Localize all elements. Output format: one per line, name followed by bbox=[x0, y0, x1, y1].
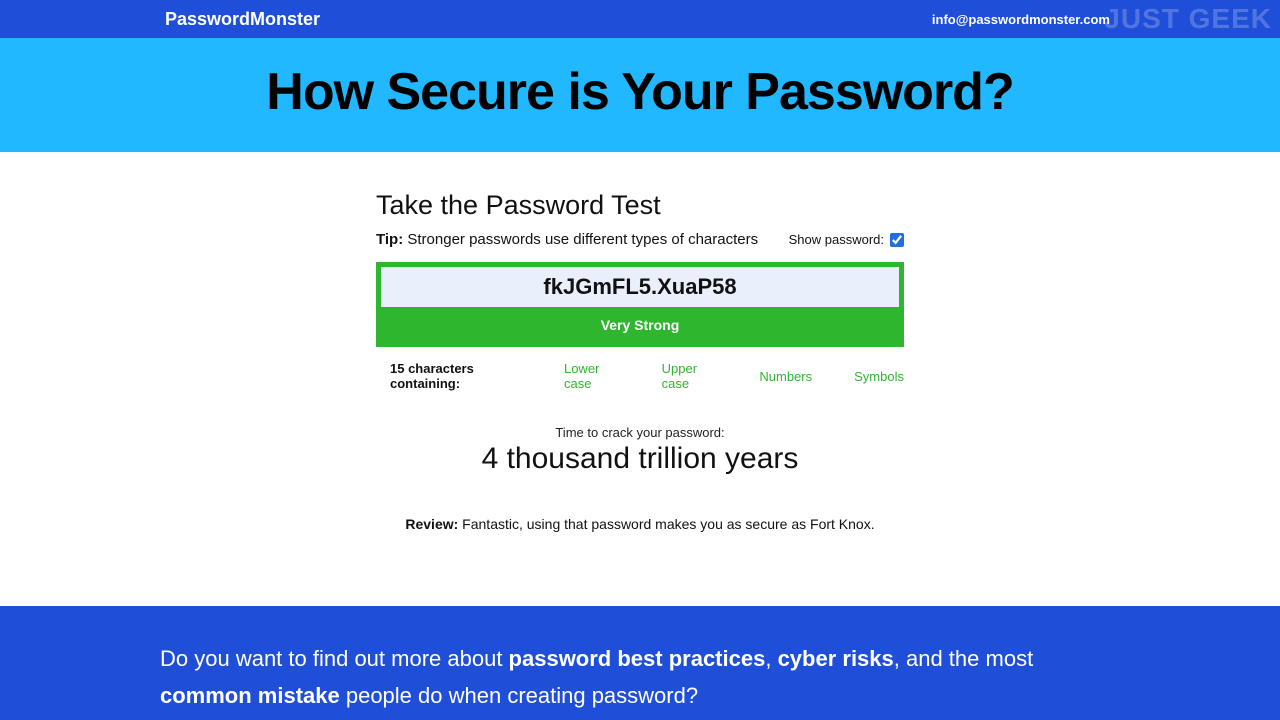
character-count: 15 characters containing: bbox=[390, 361, 522, 391]
password-box: Very Strong bbox=[376, 262, 904, 347]
crack-time-value: 4 thousand trillion years bbox=[376, 442, 904, 476]
composition-row: 15 characters containing: Lower case Upp… bbox=[376, 361, 904, 391]
footer-text-2: , bbox=[765, 646, 777, 671]
show-password-label: Show password: bbox=[789, 232, 884, 247]
crack-time-section: Time to crack your password: 4 thousand … bbox=[376, 425, 904, 476]
category-uppercase: Upper case bbox=[662, 361, 718, 391]
category-symbols: Symbols bbox=[854, 369, 904, 384]
review-row: Review: Fantastic, using that password m… bbox=[376, 516, 904, 532]
footer-bold-2: cyber risks bbox=[778, 646, 894, 671]
show-password-toggle[interactable]: Show password: bbox=[789, 232, 904, 247]
category-lowercase: Lower case bbox=[564, 361, 620, 391]
tip-body: Stronger passwords use different types o… bbox=[403, 231, 758, 248]
category-numbers: Numbers bbox=[759, 369, 812, 384]
review-label: Review: bbox=[405, 516, 458, 532]
top-bar: PasswordMonster info@passwordmonster.com… bbox=[0, 0, 1280, 38]
password-input[interactable] bbox=[381, 267, 899, 307]
crack-time-label: Time to crack your password: bbox=[376, 425, 904, 440]
hero-banner: How Secure is Your Password? bbox=[0, 38, 1280, 152]
password-test-panel: Take the Password Test Tip: Stronger pas… bbox=[376, 190, 904, 624]
footer-text-4: people do when creating password? bbox=[340, 683, 698, 708]
brand-logo[interactable]: PasswordMonster bbox=[165, 9, 320, 30]
contact-email-link[interactable]: info@passwordmonster.com bbox=[932, 12, 1110, 27]
review-text: Fantastic, using that password makes you… bbox=[458, 516, 874, 532]
footer-text-1: Do you want to find out more about bbox=[160, 646, 509, 671]
tip-label: Tip: bbox=[376, 231, 403, 248]
show-password-checkbox[interactable] bbox=[890, 233, 904, 247]
page-title: How Secure is Your Password? bbox=[0, 62, 1280, 122]
strength-indicator: Very Strong bbox=[381, 307, 899, 342]
tip-row: Tip: Stronger passwords use different ty… bbox=[376, 231, 904, 248]
section-title: Take the Password Test bbox=[376, 190, 904, 221]
footer-cta: Do you want to find out more about passw… bbox=[0, 606, 1280, 720]
footer-bold-3: common mistake bbox=[160, 683, 340, 708]
footer-bold-1: password best practices bbox=[509, 646, 766, 671]
footer-text-3: , and the most bbox=[894, 646, 1033, 671]
tip-text: Tip: Stronger passwords use different ty… bbox=[376, 231, 758, 248]
watermark-text: JUST GEEK bbox=[1104, 3, 1272, 35]
